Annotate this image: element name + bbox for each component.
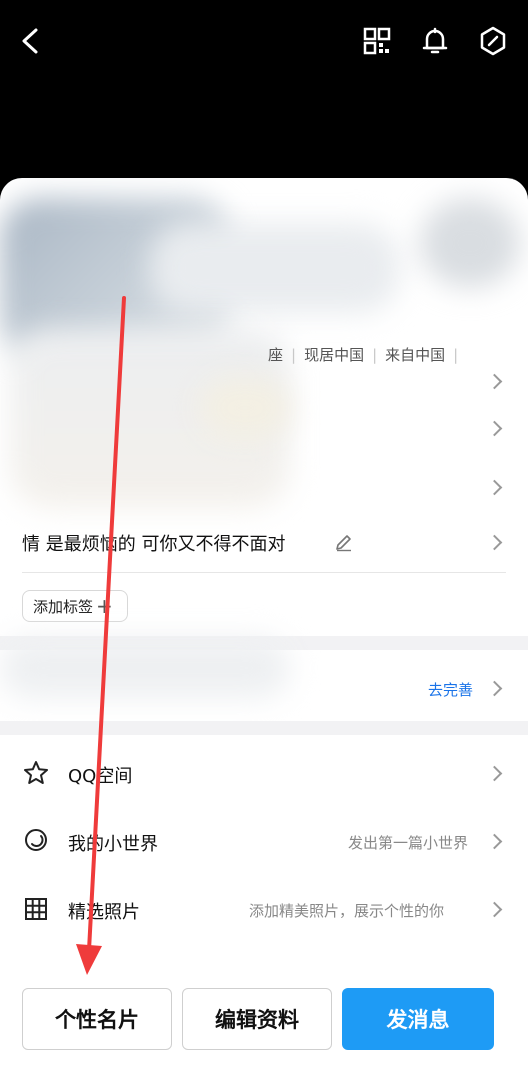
- improve-link[interactable]: 去完善: [428, 679, 473, 700]
- settings-hexagon-icon[interactable]: [476, 24, 510, 58]
- profile-info-line: 座 | 现居中国 | 来自中国 |: [268, 346, 459, 364]
- info-row-1-chevron-icon[interactable]: [489, 374, 499, 390]
- menu-hint: 发出第一篇小世界: [348, 834, 469, 852]
- info-constellation: 座: [268, 346, 284, 364]
- info-row-2-chevron-icon[interactable]: [489, 421, 499, 437]
- photos-chevron-icon: [489, 902, 499, 918]
- back-arrow-icon[interactable]: [14, 24, 48, 58]
- grid-icon: [25, 898, 47, 920]
- edit-profile-button[interactable]: 编辑资料: [182, 988, 332, 1050]
- improve-chevron-icon[interactable]: [489, 681, 499, 697]
- plus-icon: +: [96, 594, 113, 618]
- blurred-badge: [420, 198, 520, 288]
- section-gap: [0, 721, 528, 735]
- info-hometown: 来自中国: [385, 346, 446, 364]
- menu-label: 精选照片: [68, 902, 140, 923]
- qr-code-icon[interactable]: [360, 24, 394, 58]
- small-world-chevron-icon: [489, 834, 499, 850]
- top-bar: [0, 0, 528, 178]
- moon-icon: [25, 829, 47, 851]
- profile-card-button[interactable]: 个性名片: [22, 988, 172, 1050]
- menu-hint: 添加精美照片，展示个性的你: [249, 902, 445, 920]
- bell-icon[interactable]: [418, 24, 452, 58]
- blurred-name: [150, 223, 400, 313]
- info-row-3-chevron-icon[interactable]: [489, 480, 499, 496]
- divider: [22, 572, 506, 573]
- menu-label: 我的小世界: [68, 834, 158, 855]
- profile-sheet: 座 | 现居中国 | 来自中国 | 情 是最烦恼的 可你又不得不面对 添加标签 + 去完善 …: [0, 178, 528, 1080]
- signature-chevron-icon[interactable]: [489, 535, 499, 551]
- add-tag-button[interactable]: 添加标签 +: [22, 590, 128, 622]
- qzone-chevron-icon: [489, 766, 499, 782]
- add-tag-label: 添加标签: [33, 597, 94, 616]
- send-message-button[interactable]: 发消息: [342, 988, 494, 1050]
- blurred-detail-accent: [200, 378, 290, 438]
- info-location: 现居中国: [304, 346, 365, 364]
- blurred-section: [0, 638, 290, 698]
- menu-label: QQ空间: [68, 766, 133, 787]
- star-icon: [24, 761, 48, 784]
- signature-text[interactable]: 情 是最烦恼的 可你又不得不面对: [22, 530, 285, 556]
- edit-pencil-icon[interactable]: [334, 532, 354, 552]
